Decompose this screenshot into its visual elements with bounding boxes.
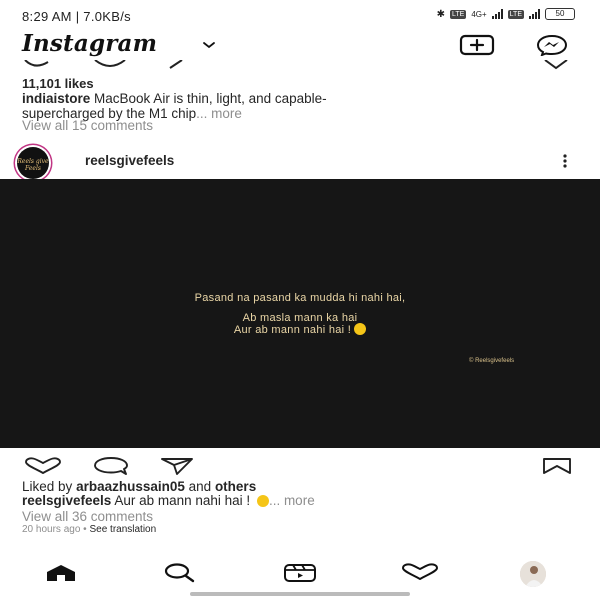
post-username[interactable]: reelsgivefeels	[85, 153, 174, 168]
relieved-emoji-icon	[354, 323, 367, 335]
post-time-ago: 20 hours ago	[22, 524, 81, 535]
liked-by-prefix: Liked by	[22, 479, 73, 494]
instagram-logo[interactable]: Instagram	[22, 30, 157, 57]
liked-by-text[interactable]: Liked by arbaazhussain05 and others	[22, 479, 256, 494]
prev-post-view-comments[interactable]: View all 15 comments	[22, 118, 153, 133]
prev-post-username[interactable]: indiaistore	[22, 91, 90, 106]
post-author-avatar[interactable]: Reels give Feels	[17, 147, 49, 179]
prev-post-action-icons	[24, 60, 568, 70]
save-bookmark-icon[interactable]	[542, 457, 572, 475]
status-bar: 8:29 AM | 7.0KB/s ✱ LTE 4G+ LTE 50	[0, 0, 600, 30]
more-options-icon[interactable]	[560, 153, 570, 169]
caption-username[interactable]: reelsgivefeels	[22, 493, 111, 508]
post-image-watermark: © Reelsgivefeels	[469, 358, 515, 364]
signal-icon-2	[529, 9, 540, 19]
network-type-label: 4G+	[471, 9, 487, 19]
caption-text: Aur ab mann nahi hai !	[114, 493, 251, 508]
liked-by-others[interactable]: others	[215, 479, 256, 494]
lte-badge-2: LTE	[507, 9, 524, 19]
post-caption: reelsgivefeels Aur ab mann nahi hai ! ..…	[22, 493, 315, 508]
caption-emoji-icon	[256, 495, 269, 507]
avatar-logo-text: Reels give Feels	[17, 158, 49, 172]
messenger-icon[interactable]	[536, 34, 568, 56]
post-view-comments[interactable]: View all 36 comments	[22, 509, 153, 524]
profile-avatar[interactable]	[520, 561, 546, 587]
chevron-down-icon[interactable]	[202, 40, 216, 50]
liked-by-username[interactable]: arbaazhussain05	[76, 479, 185, 494]
system-home-indicator[interactable]	[190, 592, 410, 596]
comment-icon[interactable]	[93, 457, 129, 475]
battery-icon: 50	[545, 8, 575, 20]
add-post-icon[interactable]	[459, 34, 495, 56]
timestamp-dot: •	[83, 524, 87, 535]
signal-icon	[491, 9, 503, 19]
status-time: 8:29 AM | 7.0KB/s	[22, 9, 131, 24]
liked-by-and: and	[188, 479, 212, 494]
bluetooth-icon: ✱	[436, 8, 445, 20]
see-translation-link[interactable]: See translation	[89, 524, 156, 535]
like-heart-icon[interactable]	[24, 457, 62, 475]
home-icon[interactable]	[45, 564, 77, 582]
prev-post-more-link[interactable]: ... more	[196, 106, 242, 121]
post-image-text-line1: Pasand na pasand ka mudda hi nahi hai,	[194, 292, 406, 304]
prev-post-caption-line1: MacBook Air is thin, light, and capable-	[94, 91, 327, 106]
post-timestamp-row: 20 hours ago • See translation	[22, 524, 156, 535]
post-image-text-line3-text: Aur ab mann nahi hai !	[233, 324, 352, 336]
post-image-text-line3: Aur ab mann nahi hai !	[0, 323, 600, 336]
reels-icon[interactable]	[283, 563, 317, 583]
lte-badge: LTE	[450, 9, 467, 19]
activity-heart-icon[interactable]	[401, 563, 439, 581]
share-icon[interactable]	[160, 457, 194, 475]
profile-photo	[520, 561, 546, 587]
search-icon[interactable]	[163, 563, 195, 583]
status-icons: ✱ LTE 4G+ LTE 50	[437, 8, 575, 20]
prev-post-caption: indiaistore MacBook Air is thin, light, …	[22, 91, 582, 121]
prev-post-likes[interactable]: 11,101 likes	[22, 76, 94, 91]
caption-more-link[interactable]: ... more	[269, 493, 315, 508]
